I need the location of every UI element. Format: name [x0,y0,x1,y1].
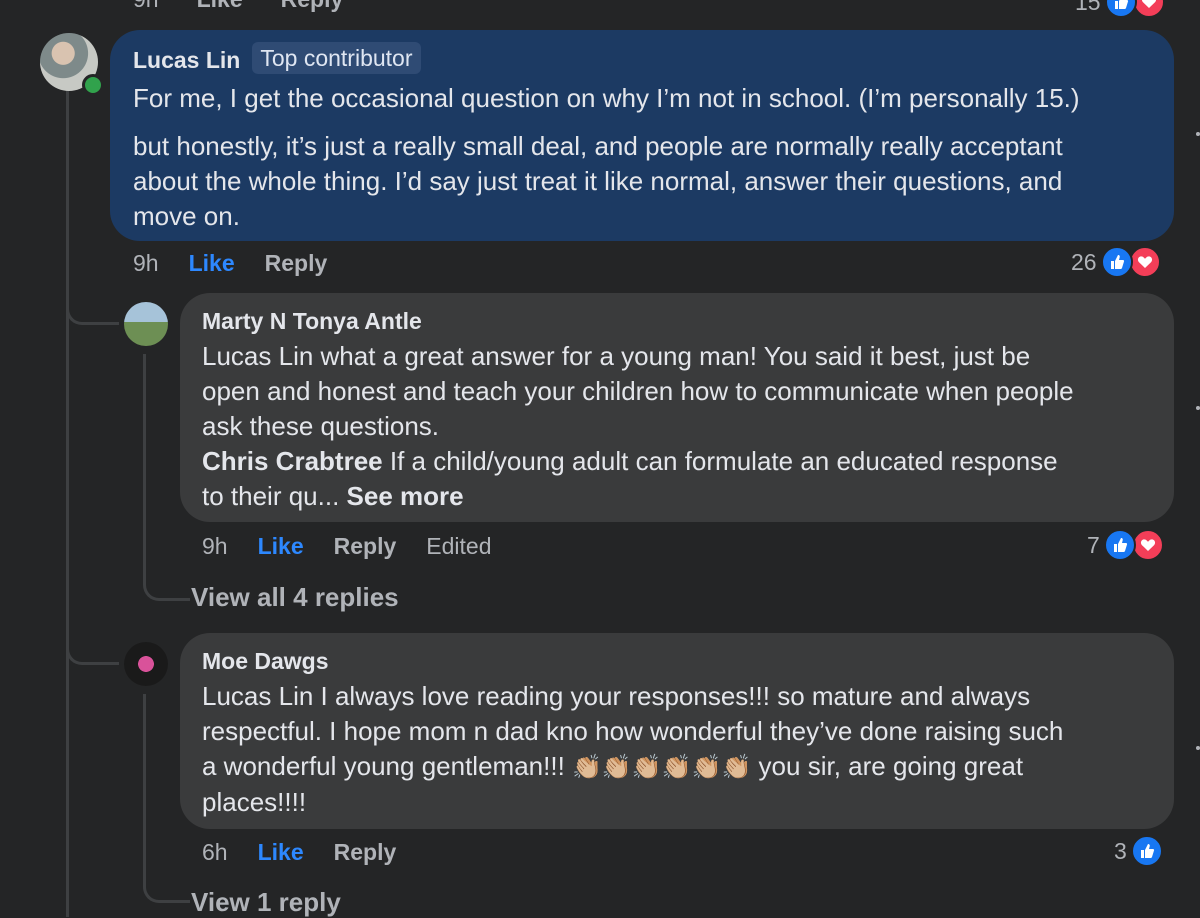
comment-bubble-lucas: Lucas Lin Top contributor For me, I get t… [110,30,1174,241]
like-button[interactable]: Like [258,839,304,866]
reply-text-l3: ask these questions. [202,411,440,441]
comment-text-p2-l1: but honestly, it’s just a really small d… [133,131,1063,161]
reaction-count: 15 [1075,0,1101,15]
like-button[interactable]: Like [189,250,235,277]
reaction-count: 7 [1087,531,1100,558]
online-status-dot [82,74,104,96]
reactions-moe[interactable]: 3 [1114,835,1163,867]
reply-text-l2: respectful. I hope mom n dad kno how won… [202,716,1064,746]
heart-icon [1132,0,1165,18]
heart-icon [1128,246,1161,278]
reactions-marty[interactable]: 7 [1087,529,1164,561]
quoted-text-l1: If a child/young adult can formulate an … [382,446,1058,476]
reply-button[interactable]: Reply [334,533,397,560]
top-partial-meta: 9h Like Reply [133,0,381,13]
comment-text-p1: For me, I get the occasional question on… [133,83,1080,113]
quoted-text-l2: to their qu... [202,481,347,511]
timestamp: 9h [133,250,159,276]
comment-author[interactable]: Moe Dawgs [202,647,1150,675]
reply-text-l2: open and honest and teach your children … [202,376,1074,406]
comment-meta-marty: 9h Like Reply Edited [202,533,529,560]
comment-author[interactable]: Lucas Lin Top contributor [133,42,1150,74]
reply-text-l3: a wonderful young gentleman!!! 👏🏼👏🏼👏🏼👏🏼👏… [202,749,1150,785]
reply-text-l1: Lucas Lin I always love reading your res… [202,681,1031,711]
thumbs-up-icon [1100,246,1133,278]
thumbs-up-icon [1103,529,1136,561]
reply-text-l4: places!!!! [202,787,307,817]
comment-bubble-moe: Moe Dawgs Lucas Lin I always love readin… [180,633,1174,829]
reaction-count: 3 [1114,837,1127,864]
reply-text-l3-end: you sir, are going great [751,751,1024,781]
more-options-dot[interactable] [1196,132,1200,136]
comment-meta-moe: 6h Like Reply [202,839,434,866]
reply-button[interactable]: Reply [334,839,397,866]
comment-author[interactable]: Marty N Tonya Antle [202,307,1150,335]
comment-bubble-marty: Marty N Tonya Antle Lucas Lin what a gre… [180,293,1174,522]
comment-text-p2-l3: move on. [133,201,240,231]
view-all-replies-link[interactable]: View all 4 replies [191,582,399,613]
thumbs-up-icon [1104,0,1137,18]
reaction-count: 26 [1071,248,1097,275]
timestamp: 6h [202,839,228,865]
see-more-link[interactable]: See more [347,481,464,511]
view-reply-link[interactable]: View 1 reply [191,887,341,918]
reactions-lucas[interactable]: 26 [1071,246,1161,278]
quoted-reply: Chris Crabtree If a child/young adult ca… [202,444,1150,479]
timestamp: 9h [133,0,159,13]
reply-button[interactable]: Reply [281,0,344,13]
top-partial-reactions[interactable]: 15 [1075,0,1165,18]
reply-text-l1: Lucas Lin what a great answer for a youn… [202,341,1031,371]
comment-meta-lucas: 9h Like Reply [133,250,365,277]
like-button[interactable]: Like [197,0,243,13]
clapping-hands-emoji: 👏🏼👏🏼👏🏼👏🏼👏🏼👏🏼 [572,754,752,781]
edited-label: Edited [426,533,492,559]
like-button[interactable]: Like [258,533,304,560]
quoted-reply-l2: to their qu... See more [202,479,1150,514]
more-options-dot[interactable] [1196,406,1200,410]
thread-connector-moe [66,630,119,665]
avatar-marty[interactable] [124,302,168,346]
thumbs-up-icon [1130,835,1163,867]
author-name[interactable]: Lucas Lin [133,47,240,73]
thread-line-main [66,90,69,917]
reply-button[interactable]: Reply [265,250,328,277]
top-contributor-badge: Top contributor [252,42,421,74]
quoted-author[interactable]: Chris Crabtree [202,446,383,476]
comment-text-p2-l2: about the whole thing. I’d say just trea… [133,166,1063,196]
avatar-moe[interactable] [124,642,168,686]
thread-connector-marty [66,290,119,325]
timestamp: 9h [202,533,228,559]
heart-icon [1131,529,1164,561]
reply-text-l3-start: a wonderful young gentleman!!! [202,751,573,781]
more-options-dot[interactable] [1196,746,1200,750]
